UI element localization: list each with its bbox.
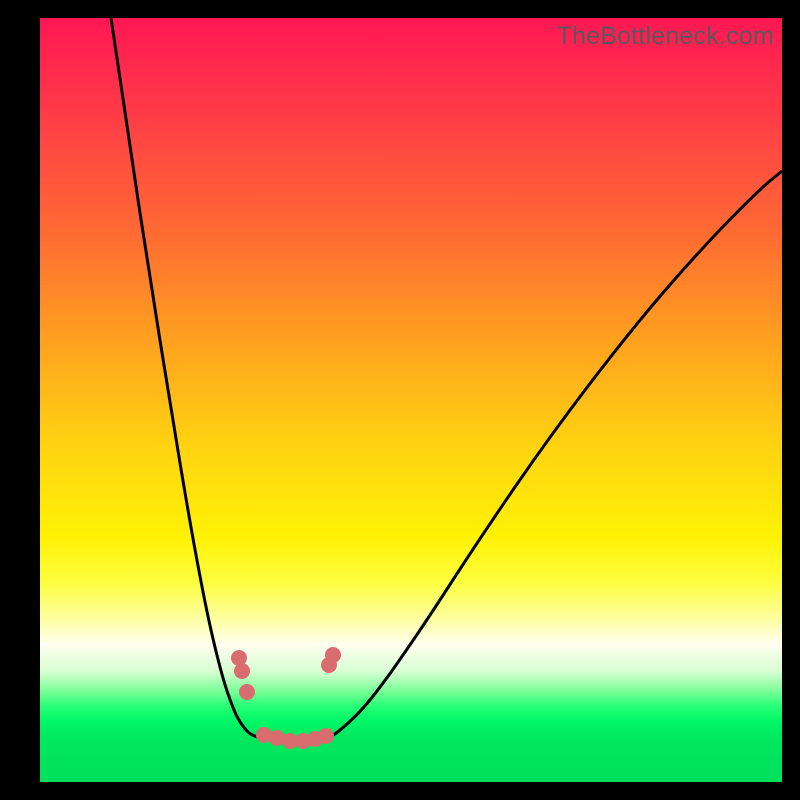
data-point [325,647,341,663]
data-point [318,728,334,744]
chart-frame: TheBottleneck.com [0,0,800,800]
data-point [234,663,250,679]
data-point-layer [40,18,782,782]
plot-area: TheBottleneck.com [40,18,782,782]
data-point [239,684,255,700]
